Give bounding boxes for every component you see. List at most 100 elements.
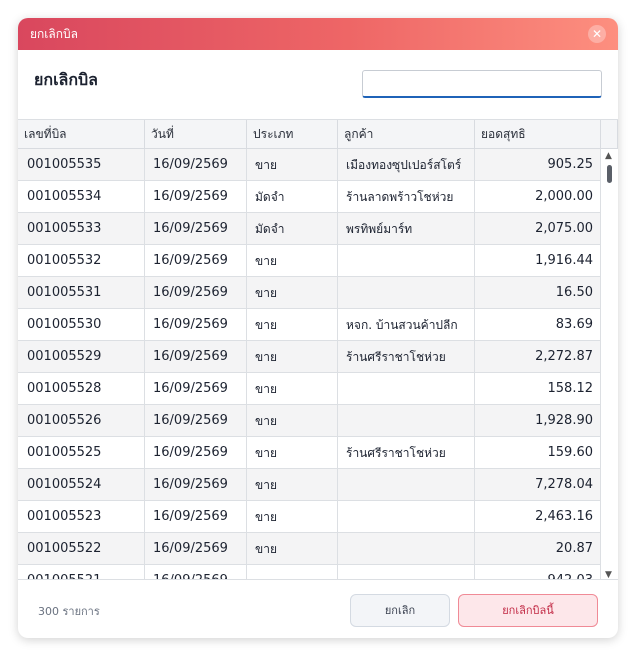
date-cell: 16/09/2569: [145, 277, 247, 308]
date-cell: 16/09/2569: [145, 405, 247, 436]
type-cell: ขาย: [247, 437, 338, 468]
table-row[interactable]: 001005531 16/09/2569 ขาย 16.50: [18, 277, 618, 309]
net-total-cell: 7,278.04: [475, 469, 601, 500]
scroll-up-icon[interactable]: ▲: [605, 151, 612, 161]
dialog-header: ยกเลิกบิล: [18, 50, 618, 119]
table-row[interactable]: 001005524 16/09/2569 ขาย 7,278.04: [18, 469, 618, 501]
column-header-date[interactable]: วันที่: [145, 120, 247, 148]
customer-cell: ร้านลาดพร้าวโชห่วย: [338, 181, 475, 212]
bill-no-cell: 001005531: [18, 277, 145, 308]
bill-no-cell: 001005535: [18, 149, 145, 180]
customer-cell: ร้านศรีราชาโชห่วย: [338, 341, 475, 372]
table-row[interactable]: 001005526 16/09/2569 ขาย 1,928.90: [18, 405, 618, 437]
net-total-cell: 905.25: [475, 149, 601, 180]
table-row[interactable]: 001005529 16/09/2569 ขาย ร้านศรีราชาโชห่วย 2…: [18, 341, 618, 373]
type-cell: ขาย: [247, 405, 338, 436]
bill-no-cell: 001005529: [18, 341, 145, 372]
customer-cell: [338, 277, 475, 308]
bills-table: เลขที่บิล วันที่ ประเภท ลูกค้า ยอดสุทธิ …: [18, 119, 618, 580]
type-cell: ขาย: [247, 245, 338, 276]
table-row[interactable]: 001005525 16/09/2569 ขาย ร้านศรีราชาโชห่วย 1…: [18, 437, 618, 469]
column-header-type[interactable]: ประเภท: [247, 120, 338, 148]
net-total-cell: 1,928.90: [475, 405, 601, 436]
net-total-cell: 2,000.00: [475, 181, 601, 212]
customer-cell: [338, 373, 475, 404]
bill-no-cell: 001005532: [18, 245, 145, 276]
type-cell: ขาย: [247, 309, 338, 340]
close-icon[interactable]: ✕: [588, 25, 606, 43]
column-header-spacer: [601, 120, 618, 148]
cancel-bill-dialog: ยกเลิกบิล ✕ ยกเลิกบิล เลขที่บิล วันที่ ป…: [18, 18, 618, 638]
type-cell: ขาย: [247, 533, 338, 564]
net-total-cell: 16.50: [475, 277, 601, 308]
date-cell: 16/09/2569: [145, 309, 247, 340]
date-cell: 16/09/2569: [145, 181, 247, 212]
net-total-cell: 1,916.44: [475, 245, 601, 276]
date-cell: 16/09/2569: [145, 501, 247, 532]
bill-no-cell: 001005530: [18, 309, 145, 340]
net-total-cell: 159.60: [475, 437, 601, 468]
column-header-customer[interactable]: ลูกค้า: [338, 120, 475, 148]
type-cell: ขาย: [247, 277, 338, 308]
table-row[interactable]: 001005534 16/09/2569 มัดจำ ร้านลาดพร้าวโชห่…: [18, 181, 618, 213]
vertical-scrollbar[interactable]: ▲ ▼: [601, 149, 618, 579]
type-cell: ขาย: [247, 373, 338, 404]
bill-no-cell: 001005526: [18, 405, 145, 436]
type-cell: มัดจำ: [247, 213, 338, 244]
customer-cell: เมืองทองซุปเปอร์สโตร์: [338, 149, 475, 180]
date-cell: 16/09/2569: [145, 341, 247, 372]
scroll-thumb[interactable]: [607, 165, 612, 183]
net-total-cell: 2,463.16: [475, 501, 601, 532]
table-row[interactable]: 001005522 16/09/2569 ขาย 20.87: [18, 533, 618, 565]
type-cell: มัดจำ: [247, 181, 338, 212]
customer-cell: หจก. บ้านสวนค้าปลีก: [338, 309, 475, 340]
bill-no-cell: 001005523: [18, 501, 145, 532]
dialog-footer: 300 รายการ ยกเลิก ยกเลิกบิลนี้: [18, 580, 618, 638]
customer-cell: พรทิพย์มาร์ท: [338, 213, 475, 244]
date-cell: 16/09/2569: [145, 469, 247, 500]
scroll-down-icon[interactable]: ▼: [605, 570, 612, 579]
window-title: ยกเลิกบิล: [30, 26, 78, 41]
bill-no-cell: 001005534: [18, 181, 145, 212]
date-cell: 16/09/2569: [145, 149, 247, 180]
net-total-cell: 83.69: [475, 309, 601, 340]
date-cell: 16/09/2569: [145, 565, 247, 579]
net-total-cell: 158.12: [475, 373, 601, 404]
type-cell: ขาย: [247, 341, 338, 372]
bill-no-cell: 001005533: [18, 213, 145, 244]
bill-no-cell: 001005521: [18, 565, 145, 579]
table-body: 001005535 16/09/2569 ขาย เมืองทองซุปเปอร์สโ…: [18, 149, 618, 579]
table-row[interactable]: 00100552116/09/2569 942.03: [18, 565, 618, 579]
column-header-bill-no[interactable]: เลขที่บิล: [18, 120, 145, 148]
date-cell: 16/09/2569: [145, 437, 247, 468]
net-total-cell: 20.87: [475, 533, 601, 564]
confirm-cancel-bill-button[interactable]: ยกเลิกบิลนี้: [458, 594, 598, 627]
table-row[interactable]: 001005535 16/09/2569 ขาย เมืองทองซุปเปอร์สโ…: [18, 149, 618, 181]
cancel-button[interactable]: ยกเลิก: [350, 594, 450, 627]
table-row[interactable]: 001005528 16/09/2569 ขาย 158.12: [18, 373, 618, 405]
bill-no-cell: 001005525: [18, 437, 145, 468]
customer-cell: [338, 469, 475, 500]
page-title: ยกเลิกบิล: [34, 70, 98, 89]
type-cell: ขาย: [247, 469, 338, 500]
table-row[interactable]: 001005530 16/09/2569 ขาย หจก. บ้านสวนค้าปลี…: [18, 309, 618, 341]
customer-cell: [338, 501, 475, 532]
customer-cell: [338, 245, 475, 276]
record-count: 300 รายการ: [38, 605, 100, 618]
date-cell: 16/09/2569: [145, 533, 247, 564]
search-input[interactable]: [362, 70, 602, 98]
customer-cell: [338, 533, 475, 564]
type-cell: ขาย: [247, 501, 338, 532]
date-cell: 16/09/2569: [145, 373, 247, 404]
table-row[interactable]: 001005533 16/09/2569 มัดจำ พรทิพย์มาร์ท 2,07…: [18, 213, 618, 245]
table-header: เลขที่บิล วันที่ ประเภท ลูกค้า ยอดสุทธิ: [18, 120, 618, 149]
type-cell: [247, 565, 338, 579]
type-cell: ขาย: [247, 149, 338, 180]
date-cell: 16/09/2569: [145, 245, 247, 276]
title-bar: ยกเลิกบิล ✕: [18, 18, 618, 50]
table-row[interactable]: 001005523 16/09/2569 ขาย 2,463.16: [18, 501, 618, 533]
customer-cell: [338, 405, 475, 436]
table-row[interactable]: 001005532 16/09/2569 ขาย 1,916.44: [18, 245, 618, 277]
column-header-net-total[interactable]: ยอดสุทธิ: [475, 120, 601, 148]
net-total-cell: 942.03: [475, 565, 601, 579]
